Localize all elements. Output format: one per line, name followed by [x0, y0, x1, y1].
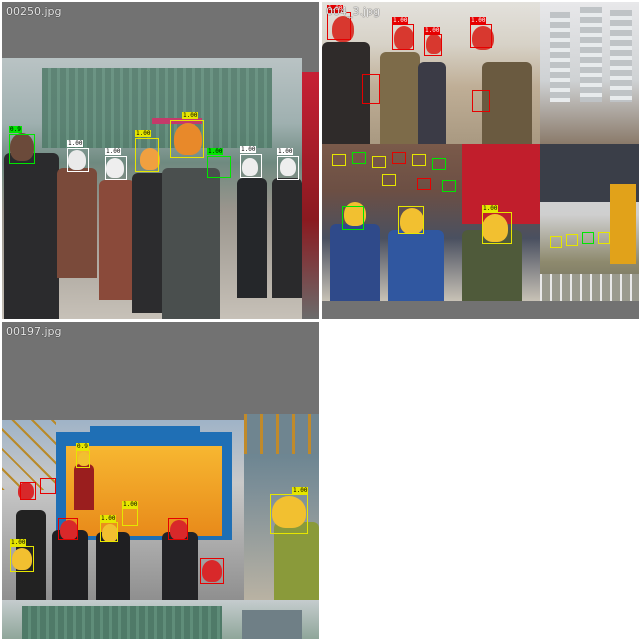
- construction-site-photo: 0.9 1.00 1.00 1.00 1.00 1.00 1.00 1.00: [2, 58, 302, 319]
- detection-tag: 1.00: [182, 112, 199, 119]
- detection-tag: 1.00: [482, 205, 499, 212]
- detection-box: [566, 234, 578, 246]
- detection-box: [482, 212, 512, 244]
- detection-box: [382, 174, 396, 186]
- detection-box: [207, 156, 231, 178]
- empty-quadrant: [322, 322, 639, 639]
- tile-filename-label: 004_3.jpg: [326, 5, 381, 18]
- detection-tag: 1.00: [292, 487, 309, 494]
- detection-box: [9, 134, 35, 164]
- detection-box: [470, 24, 492, 48]
- detection-tag: 0.9: [9, 126, 22, 133]
- detection-box: [58, 518, 78, 540]
- detection-tag: 1.00: [392, 17, 409, 24]
- detection-box: [270, 494, 308, 534]
- detection-box: [76, 450, 90, 468]
- detection-box: [67, 148, 89, 172]
- detection-tag: 1.00: [207, 148, 224, 155]
- detection-box: [100, 522, 118, 542]
- detection-box: [342, 206, 364, 230]
- tile-filename-label: 00197.jpg: [6, 325, 62, 338]
- detection-box: [362, 74, 380, 104]
- mosaic-tile-00250: 00250.jpg 0.9 1.00 1.00 1.00 1.00 1.00 1…: [2, 2, 319, 319]
- workers-eating-photo: 1.00: [322, 144, 540, 301]
- worker-closeup-photo: 1.00: [244, 414, 319, 600]
- detection-tag: 1.00: [67, 140, 84, 147]
- detection-box: [442, 180, 456, 192]
- detection-box: [20, 482, 36, 500]
- detection-tag: 1.00: [10, 539, 27, 546]
- detection-box: [424, 34, 442, 56]
- detection-box: [392, 24, 414, 50]
- detection-tag: 1.00: [240, 146, 257, 153]
- detection-box: [392, 152, 406, 164]
- detection-box: [40, 478, 56, 494]
- detection-box: [582, 232, 594, 244]
- scaffold-building: [42, 68, 272, 148]
- safety-zone-photo: 0.9 1.00 1.00 1.00: [2, 420, 244, 600]
- detection-box: [472, 90, 490, 112]
- equipment-photo: [540, 2, 639, 144]
- detection-tag: 0.9: [76, 443, 89, 450]
- detection-box: [417, 178, 431, 190]
- detection-tag: 1.00: [135, 130, 152, 137]
- detection-box: [135, 138, 159, 172]
- detection-tag: 1.00: [424, 27, 441, 34]
- detection-box: [170, 120, 204, 158]
- site-machinery-photo: [540, 144, 639, 301]
- detection-box: [598, 232, 610, 244]
- detection-tag: 1.00: [470, 17, 487, 24]
- detection-box: [200, 558, 224, 584]
- detection-box: [550, 236, 562, 248]
- detection-tag: 1.00: [122, 501, 139, 508]
- workers-field-photo: 1.00 1.00 1.00 1.00: [322, 2, 540, 144]
- tile-filename-label: 00250.jpg: [6, 5, 62, 18]
- adjacent-photo-strip: [302, 72, 319, 319]
- detection-box: [122, 508, 138, 526]
- detection-box: [105, 156, 127, 180]
- detection-box: [332, 154, 346, 166]
- mosaic-tile-004-3: 004_3.jpg 1.00 1.00 1.00 1.00 1.00: [322, 2, 639, 319]
- detection-box: [352, 152, 366, 164]
- detection-box: [372, 156, 386, 168]
- detection-box: [432, 158, 446, 170]
- detection-box: [412, 154, 426, 166]
- detection-box: [10, 546, 34, 572]
- detection-box: [277, 156, 299, 180]
- detection-box: [398, 206, 424, 234]
- detection-tag: 1.00: [105, 148, 122, 155]
- detection-box: [240, 154, 262, 178]
- mosaic-tile-00197: 00197.jpg 0.9 1.00 1.00 1.00 1.00: [2, 322, 319, 639]
- detection-box: [168, 518, 188, 540]
- detection-tag: 1.00: [100, 515, 117, 522]
- building-strip-photo: [2, 600, 319, 639]
- detection-tag: 1.00: [277, 148, 294, 155]
